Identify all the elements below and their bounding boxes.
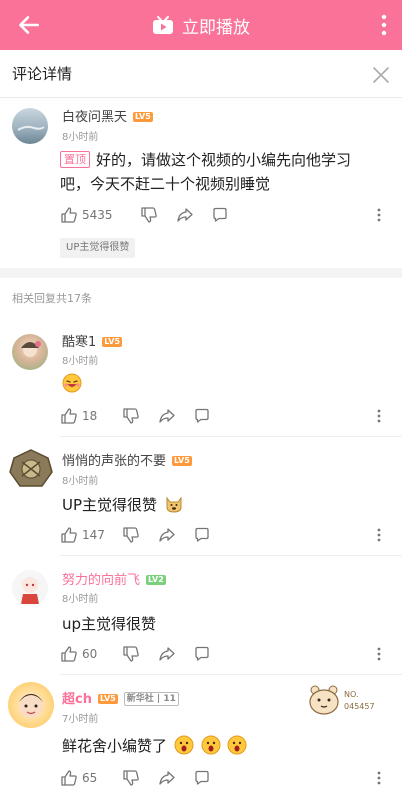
- more-icon[interactable]: [377, 771, 381, 785]
- avatar[interactable]: [6, 448, 56, 490]
- pinned-badge: 置顶: [60, 151, 90, 168]
- like-icon[interactable]: [60, 645, 78, 663]
- reply-actions: 60: [60, 644, 380, 664]
- divider: [60, 436, 402, 437]
- reply-username[interactable]: 悄悄的声张的不要 LV5: [62, 450, 192, 469]
- more-icon[interactable]: [377, 647, 381, 661]
- reply-actions: 65: [60, 768, 380, 788]
- share-icon[interactable]: [158, 769, 176, 787]
- avatar[interactable]: [8, 682, 54, 728]
- reply-text: 鲜花舍小编赞了: [62, 734, 247, 758]
- comment-time: 8小时前: [62, 476, 99, 487]
- like-icon[interactable]: [60, 407, 78, 425]
- comment-icon[interactable]: [193, 769, 211, 787]
- surprised-emoji-icon: [227, 735, 247, 755]
- page-title: 评论详情: [12, 65, 73, 83]
- section-gap: [0, 268, 402, 278]
- laughing-emoji-icon: [62, 373, 82, 393]
- avatar[interactable]: [12, 334, 48, 370]
- comment-time: 7小时前: [62, 714, 99, 725]
- like-count: 18: [82, 409, 98, 423]
- tv-play-icon: [153, 16, 173, 34]
- play-now-button[interactable]: 立即播放: [152, 13, 250, 38]
- reply-text: up主觉得很赞: [62, 615, 157, 633]
- reply-username[interactable]: 超ch LV5 新华社 | 11: [62, 688, 179, 707]
- reply-username[interactable]: 酷寒1 LV5: [62, 331, 123, 350]
- level-badge: LV5: [97, 694, 118, 704]
- reply-actions: 147: [60, 525, 380, 545]
- comment-icon[interactable]: [193, 407, 211, 425]
- surprised-emoji-icon: [201, 735, 221, 755]
- doge-emoji-icon: [166, 496, 182, 513]
- level-badge: LV2: [146, 575, 166, 585]
- like-count: 5435: [82, 208, 113, 222]
- comment-icon[interactable]: [193, 526, 211, 544]
- surprised-emoji-icon: [174, 735, 194, 755]
- like-icon[interactable]: [60, 526, 78, 544]
- divider: [60, 555, 402, 556]
- main-comment-actions: 5435: [60, 205, 380, 225]
- dislike-icon[interactable]: [122, 526, 140, 544]
- reply-text: UP主觉得很赞: [62, 493, 184, 517]
- fan-badge: 新华社 | 11: [123, 692, 179, 706]
- share-icon[interactable]: [158, 526, 176, 544]
- back-arrow-icon[interactable]: [16, 12, 42, 38]
- dislike-icon[interactable]: [140, 206, 158, 224]
- comment-icon[interactable]: [193, 645, 211, 663]
- like-count: 147: [82, 528, 105, 542]
- reply-actions: 18: [60, 406, 380, 426]
- share-icon[interactable]: [176, 206, 194, 224]
- reply-text: [62, 372, 82, 396]
- comment-icon[interactable]: [211, 206, 229, 224]
- play-now-label: 立即播放: [182, 17, 250, 38]
- level-badge: LV5: [102, 337, 123, 347]
- like-count: 65: [82, 771, 98, 785]
- share-icon[interactable]: [158, 645, 176, 663]
- replies-count-title: 相关回复共17条: [12, 292, 92, 305]
- like-count: 60: [82, 647, 98, 661]
- more-icon[interactable]: [377, 528, 381, 542]
- comment-time: 8小时前: [62, 356, 99, 367]
- comment-time: 8小时前: [62, 132, 99, 143]
- divider: [60, 674, 402, 675]
- main-comment-username[interactable]: 白夜问黑天 LV5: [62, 106, 153, 125]
- dislike-icon[interactable]: [122, 769, 140, 787]
- sticker-number: NO. 045457: [344, 690, 375, 711]
- like-icon[interactable]: [60, 206, 78, 224]
- more-icon[interactable]: [377, 409, 381, 423]
- dislike-icon[interactable]: [122, 407, 140, 425]
- up-liked-tag: UP主觉得很赞: [60, 238, 136, 258]
- more-vertical-icon[interactable]: [380, 13, 388, 37]
- dislike-icon[interactable]: [122, 645, 140, 663]
- avatar[interactable]: [12, 570, 48, 606]
- more-icon[interactable]: [377, 208, 381, 222]
- avatar[interactable]: [12, 108, 48, 144]
- comment-time: 8小时前: [62, 594, 99, 605]
- top-bar: 立即播放: [0, 0, 402, 50]
- main-comment-text: 置顶 好的，请做这个视频的小编先向他学习吧，今天不赶二十个视频别睡觉: [60, 151, 352, 193]
- bear-sticker-icon: [309, 685, 339, 715]
- like-icon[interactable]: [60, 769, 78, 787]
- comment-detail-header: 评论详情: [0, 50, 402, 98]
- level-badge: LV5: [133, 112, 153, 122]
- share-icon[interactable]: [158, 407, 176, 425]
- close-icon[interactable]: [372, 66, 390, 84]
- reply-username[interactable]: 努力的向前飞 LV2: [62, 569, 166, 588]
- level-badge: LV5: [172, 456, 192, 466]
